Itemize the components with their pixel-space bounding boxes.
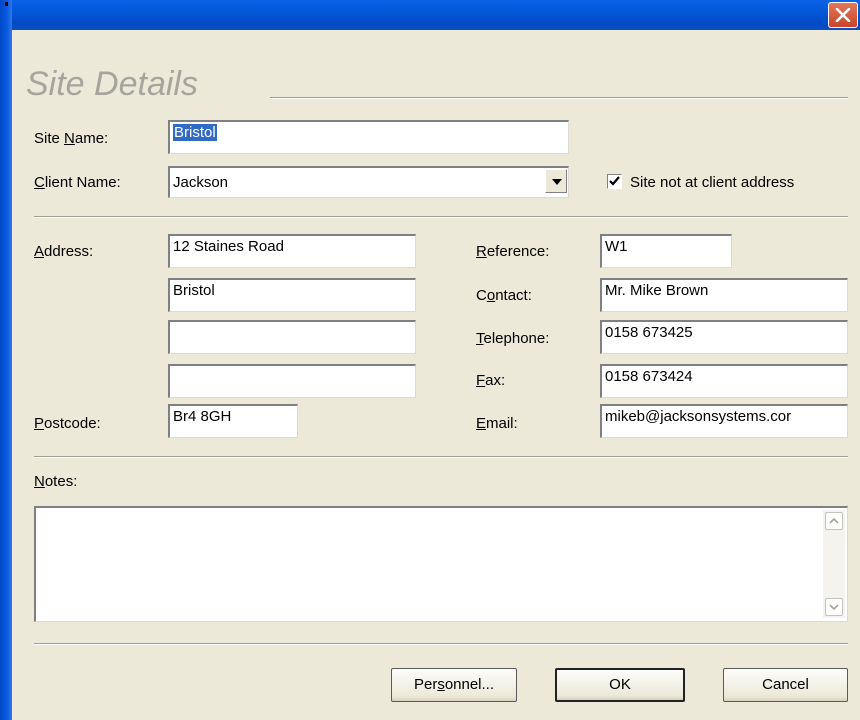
telephone-label: Telephone:: [476, 330, 550, 347]
close-icon: [835, 8, 851, 22]
site-name-input[interactable]: Bristol: [168, 120, 569, 154]
notes-label: Notes:: [34, 473, 78, 490]
window-left-edge: [0, 0, 12, 720]
email-input[interactable]: mikeb@jacksonsystems.cor: [600, 404, 848, 438]
reference-label: Reference:: [476, 243, 550, 260]
site-not-at-client-checkbox[interactable]: [607, 174, 622, 189]
site-name-value: Bristol: [173, 124, 217, 141]
cancel-button[interactable]: Cancel: [723, 668, 848, 702]
ok-button[interactable]: OK: [555, 668, 685, 702]
notes-textarea[interactable]: [34, 506, 848, 622]
postcode-label: Postcode:: [34, 415, 101, 432]
site-name-label: Site Name:: [34, 130, 109, 147]
client-name-combobox[interactable]: Jackson: [168, 166, 569, 198]
fax-input[interactable]: 0158 673424: [600, 364, 848, 398]
address-line-1-input[interactable]: 12 Staines Road: [168, 234, 416, 268]
close-button[interactable]: [828, 2, 858, 28]
fax-label: Fax:: [476, 372, 506, 389]
client-name-dropdown-button[interactable]: [545, 169, 567, 193]
address-line-2-input[interactable]: Bristol: [168, 278, 416, 312]
contact-input[interactable]: Mr. Mike Brown: [600, 278, 848, 312]
chevron-down-icon: [552, 179, 562, 185]
chevron-down-icon: [829, 604, 839, 611]
chevron-up-icon: [829, 517, 839, 524]
email-label: Email:: [476, 415, 518, 432]
scroll-down-button[interactable]: [825, 598, 843, 616]
title-divider: [270, 97, 848, 99]
client-name-label: Client Name:: [34, 174, 121, 191]
section-divider: [34, 216, 848, 218]
site-details-dialog: Site Details Site Name: Bristol Client N…: [0, 0, 860, 720]
scroll-up-button[interactable]: [825, 512, 843, 530]
contact-label: Contact:: [476, 287, 532, 304]
telephone-input[interactable]: 0158 673425: [600, 320, 848, 354]
section-divider: [34, 456, 848, 458]
section-divider: [34, 643, 848, 645]
address-line-4-input[interactable]: [168, 364, 416, 398]
site-not-at-client-label: Site not at client address: [630, 174, 795, 191]
checkmark-icon: [609, 176, 620, 186]
client-name-value: Jackson: [173, 174, 229, 191]
postcode-input[interactable]: Br4 8GH: [168, 404, 298, 438]
page-title: Site Details: [26, 65, 198, 103]
address-label: Address:: [34, 243, 94, 260]
notes-scrollbar[interactable]: [823, 510, 845, 618]
address-line-3-input[interactable]: [168, 320, 416, 354]
title-bar[interactable]: [0, 0, 860, 30]
personnel-button[interactable]: Personnel...: [391, 668, 517, 702]
reference-input[interactable]: W1: [600, 234, 732, 268]
